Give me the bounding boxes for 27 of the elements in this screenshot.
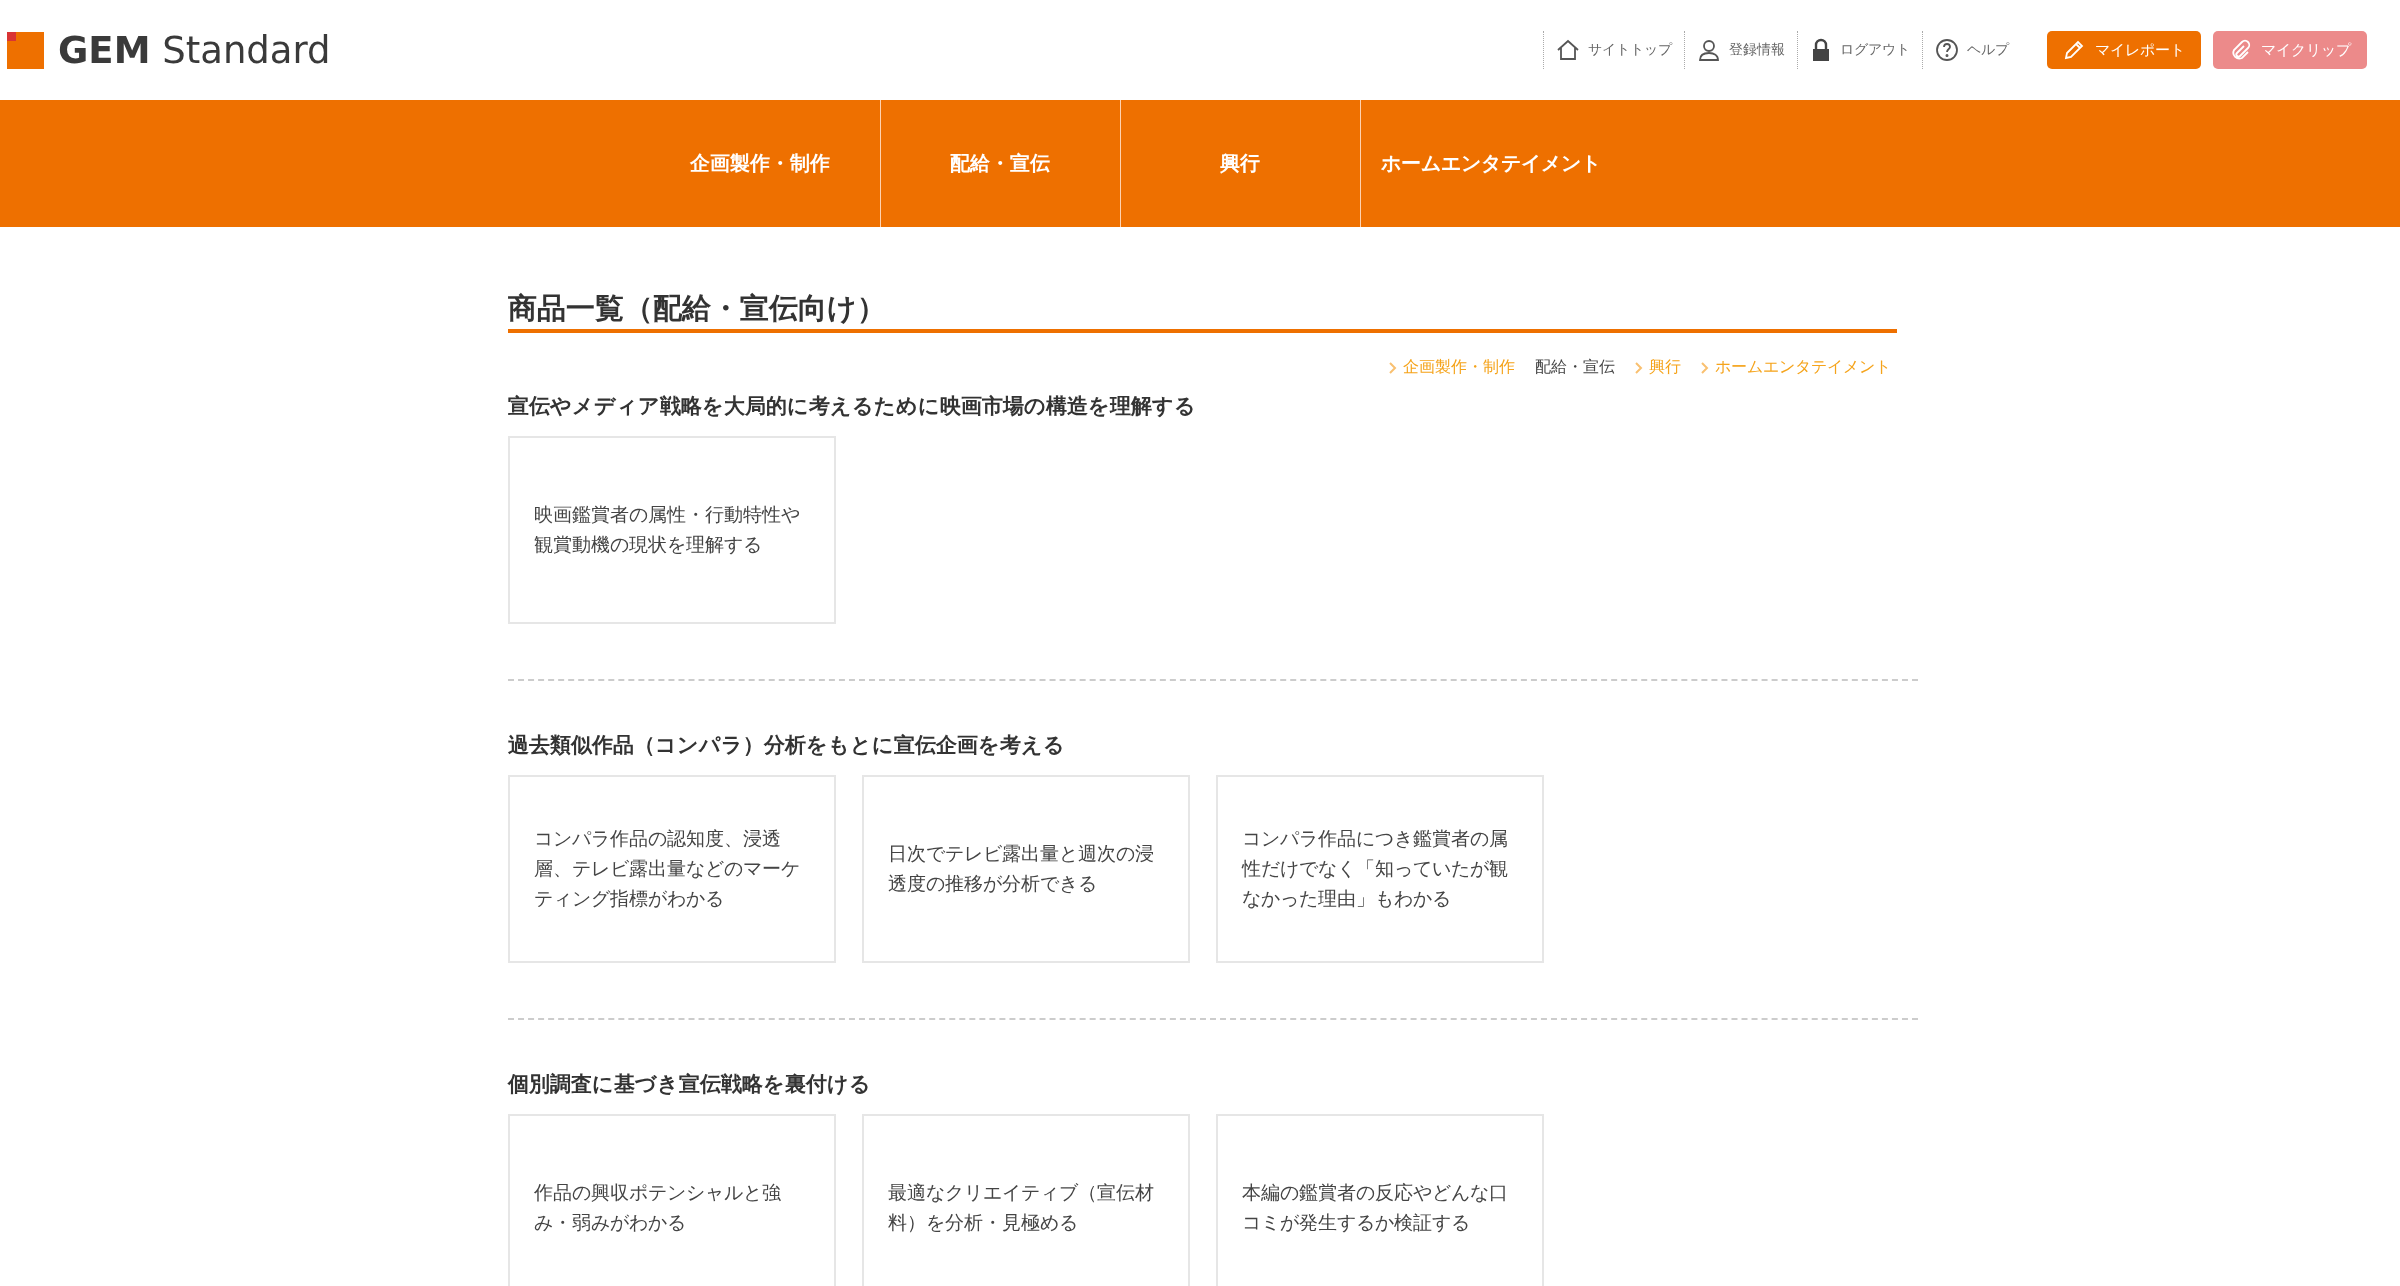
chevron-icon <box>1635 361 1643 374</box>
user-icon <box>1697 38 1721 62</box>
product-card[interactable]: 日次でテレビ露出量と週次の浸透度の推移が分析できる <box>862 775 1190 963</box>
header-link[interactable]: サイトトップ <box>1543 31 1684 69</box>
help-icon <box>1935 38 1959 62</box>
section-heading: 個別調査に基づき宣伝戦略を裏付ける <box>508 1071 872 1098</box>
logo-text: GEM Standard <box>58 28 331 72</box>
product-card[interactable]: 本編の鑑賞者の反応やどんな口コミが発生するか検証する <box>1216 1114 1544 1286</box>
paperclip-icon <box>2229 39 2251 61</box>
page-title: 商品一覧（配給・宣伝向け） <box>508 227 1897 333</box>
product-card[interactable]: 最適なクリエイティブ（宣伝材料）を分析・見極める <box>862 1114 1190 1286</box>
product-card[interactable]: 映画鑑賞者の属性・行動特性や観賞動機の現状を理解する <box>508 436 836 624</box>
chevron-icon <box>1701 361 1709 374</box>
chevron-icon <box>1389 361 1397 374</box>
section-heading: 宣伝やメディア戦略を大局的に考えるために映画市場の構造を理解する <box>508 393 1197 420</box>
breadcrumb-current: 配給・宣伝 <box>1535 357 1615 378</box>
section-heading: 過去類似作品（コンパラ）分析をもとに宣伝企画を考える <box>508 732 1066 759</box>
header-link[interactable]: ヘルプ <box>1922 31 2021 69</box>
header-link[interactable]: 登録情報 <box>1684 31 1797 69</box>
home-icon <box>1556 38 1580 62</box>
product-card[interactable]: コンパラ作品につき鑑賞者の属性だけでなく「知っていたが観なかった理由」もわかる <box>1216 775 1544 963</box>
product-card[interactable]: 作品の興収ポテンシャルと強み・弱みがわかる <box>508 1114 836 1286</box>
header-link[interactable]: ログアウト <box>1797 31 1922 69</box>
product-card[interactable]: コンパラ作品の認知度、浸透層、テレビ露出量などのマーケティング指標がわかる <box>508 775 836 963</box>
lock-icon <box>1810 38 1832 62</box>
logo-icon <box>7 31 44 69</box>
pencil-icon <box>2063 39 2085 61</box>
